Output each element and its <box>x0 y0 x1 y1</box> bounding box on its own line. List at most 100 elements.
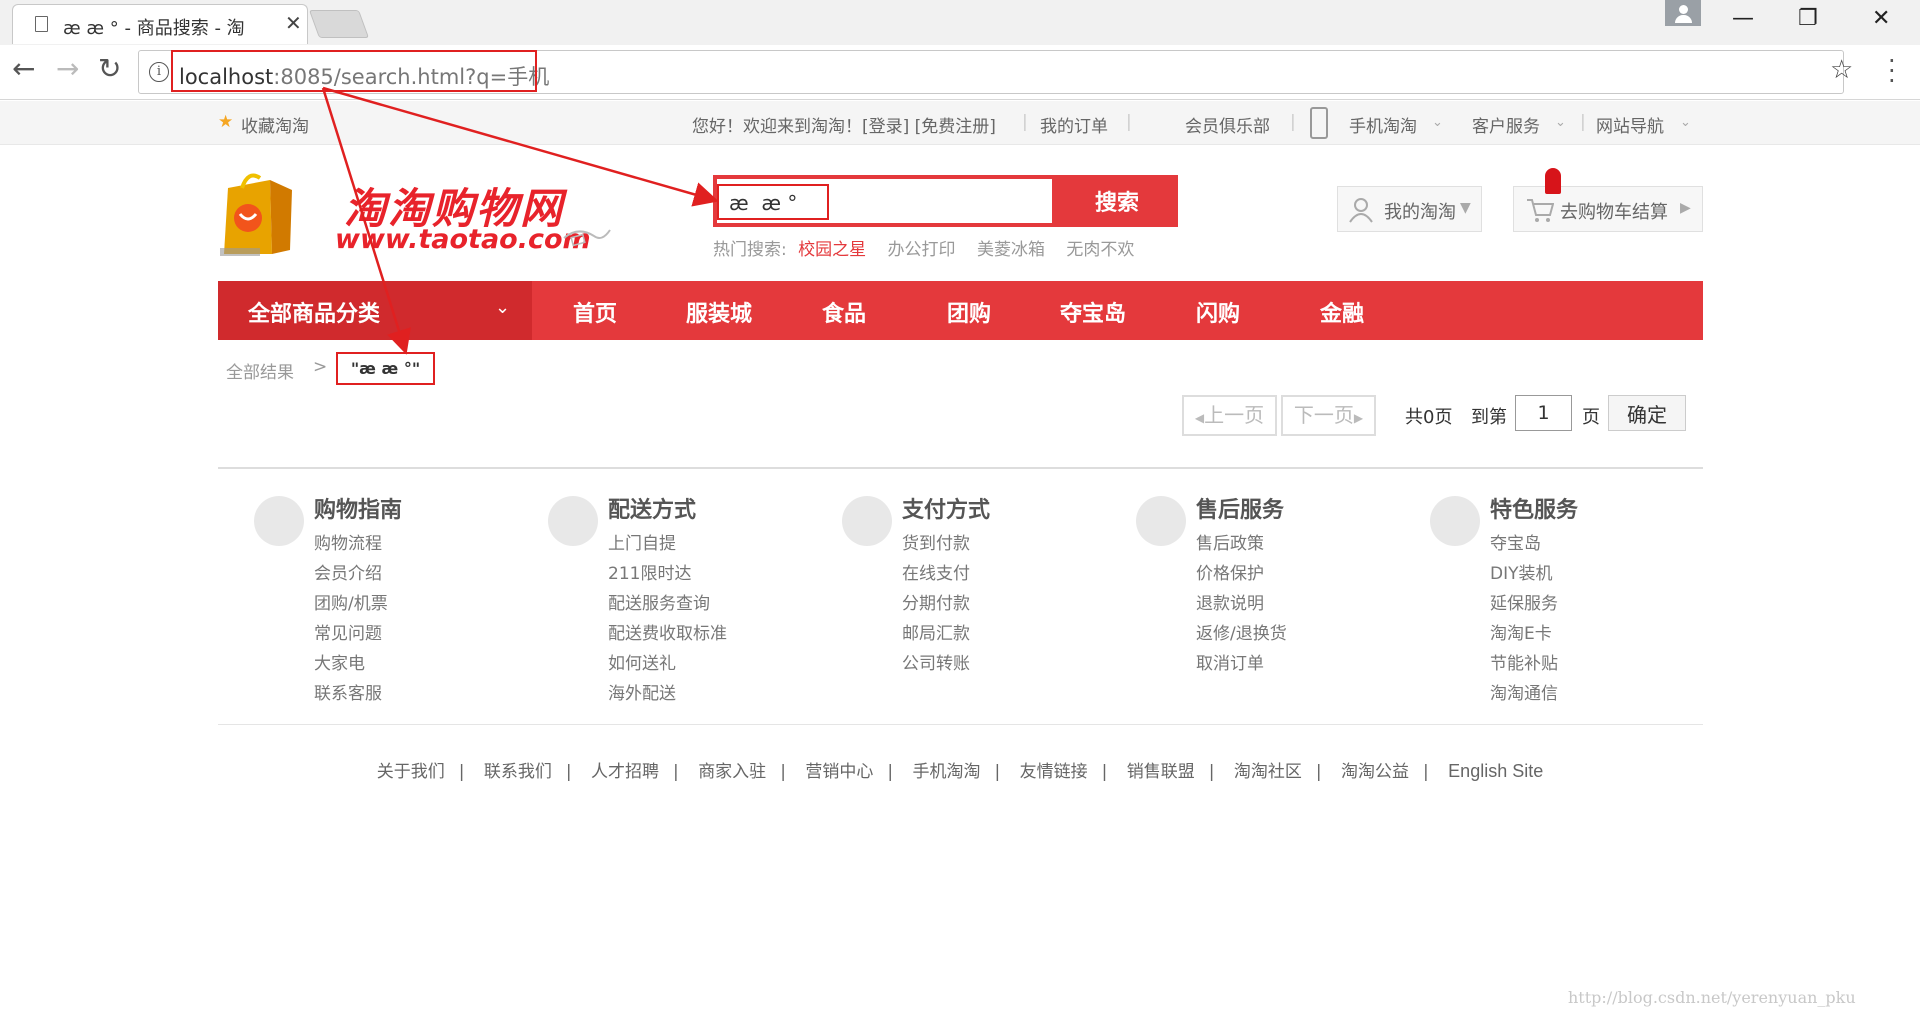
footer-link[interactable]: 销售联盟 <box>1127 762 1195 782</box>
help-link[interactable]: 邮局汇款 <box>902 619 970 649</box>
help-link[interactable]: 大家电 <box>314 649 388 679</box>
triangle-right-icon: ▶ <box>1353 411 1364 425</box>
all-categories-button[interactable]: 全部商品分类 ⌄ <box>218 281 532 340</box>
breadcrumb-all-results[interactable]: 全部结果 <box>226 358 294 383</box>
help-title: 售后服务 <box>1196 498 1285 523</box>
hot-search-item[interactable]: 办公打印 <box>888 240 956 260</box>
browser-menu-icon[interactable]: · · · <box>1888 49 1896 93</box>
help-link[interactable]: 会员介绍 <box>314 559 388 589</box>
caret-right-icon: ▶ <box>1680 200 1691 216</box>
cart-button[interactable]: 去购物车结算 ▶ <box>1513 186 1703 232</box>
nav-item-food[interactable]: 食品 <box>822 296 866 328</box>
caret-down-icon: ▼ <box>1460 200 1471 216</box>
footer-link[interactable]: 关于我们 <box>377 762 445 782</box>
nav-item-finance[interactable]: 金融 <box>1320 296 1364 328</box>
help-link[interactable]: 淘淘通信 <box>1490 679 1558 709</box>
nav-item-flash[interactable]: 闪购 <box>1196 296 1240 328</box>
help-link[interactable]: 购物流程 <box>314 529 388 559</box>
help-link[interactable]: 返修/退换货 <box>1196 619 1287 649</box>
forward-icon[interactable]: → <box>56 55 79 83</box>
site-info-icon[interactable]: i <box>149 62 169 82</box>
help-link[interactable]: 上门自提 <box>608 529 727 559</box>
reload-icon[interactable]: ↻ <box>98 55 121 83</box>
customer-service-link[interactable]: 客户服务 <box>1472 112 1540 137</box>
hot-search: 热门搜索: 校园之星 办公打印 美菱冰箱 无肉不欢 <box>713 235 1150 260</box>
search-button[interactable]: 搜索 <box>1056 175 1178 227</box>
nav-item-clothing[interactable]: 服装城 <box>686 296 752 328</box>
footer-link[interactable]: 商家入驻 <box>698 762 766 782</box>
help-link[interactable]: 淘淘E卡 <box>1490 619 1558 649</box>
truck-icon <box>548 496 598 546</box>
browser-tab-active[interactable]: æ æ ° - 商品搜索 - 淘 ✕ <box>12 4 308 44</box>
help-link[interactable]: 常见问题 <box>314 619 388 649</box>
footer-link[interactable]: 联系我们 <box>484 762 552 782</box>
help-title: 特色服务 <box>1490 498 1579 523</box>
hot-search-item[interactable]: 无肉不欢 <box>1066 240 1134 260</box>
minimize-icon[interactable]: — <box>1732 6 1754 31</box>
help-link[interactable]: 联系客服 <box>314 679 388 709</box>
help-link[interactable]: 公司转账 <box>902 649 970 679</box>
page-number-input[interactable] <box>1515 395 1572 431</box>
footer-link[interactable]: 营销中心 <box>805 762 873 782</box>
new-tab-button[interactable] <box>308 10 370 38</box>
footer-link[interactable]: 手机淘淘 <box>912 762 980 782</box>
help-link[interactable]: 价格保护 <box>1196 559 1287 589</box>
chevron-down-icon: ⌄ <box>1432 115 1443 130</box>
help-link[interactable]: 延保服务 <box>1490 589 1558 619</box>
back-icon[interactable]: ← <box>12 55 35 83</box>
greeting-login[interactable]: 您好！欢迎来到淘淘！[登录] [免费注册] <box>692 112 996 137</box>
help-link[interactable]: 节能补贴 <box>1490 649 1558 679</box>
logo-url[interactable]: www.taotao.com <box>335 224 591 255</box>
footer-link[interactable]: 淘淘公益 <box>1341 762 1409 782</box>
nav-item-home[interactable]: 首页 <box>573 296 617 328</box>
help-link[interactable]: 取消订单 <box>1196 649 1287 679</box>
help-link[interactable]: 如何送礼 <box>608 649 727 679</box>
page-unit-label: 页 <box>1582 407 1600 428</box>
my-orders-link[interactable]: 我的订单 <box>1040 112 1108 137</box>
help-link[interactable]: 在线支付 <box>902 559 970 589</box>
help-link[interactable]: 货到付款 <box>902 529 970 559</box>
hot-search-item[interactable]: 美菱冰箱 <box>977 240 1045 260</box>
site-nav-link[interactable]: 网站导航 <box>1596 112 1664 137</box>
window-close-icon[interactable]: ✕ <box>1872 6 1890 31</box>
help-link[interactable]: 夺宝岛 <box>1490 529 1558 559</box>
help-link[interactable]: 分期付款 <box>902 589 970 619</box>
goto-label: 到第 <box>1471 407 1507 428</box>
footer-link[interactable]: 人才招聘 <box>591 762 659 782</box>
mobile-phone-icon <box>1310 107 1328 139</box>
nav-item-treasure[interactable]: 夺宝岛 <box>1060 296 1126 328</box>
mobile-taotao-link[interactable]: 手机淘淘 <box>1349 112 1417 137</box>
breadcrumb-keyword: "æ æ °" <box>336 352 435 385</box>
url-annotation-box <box>171 50 537 92</box>
my-taotao-button[interactable]: 我的淘淘 ▼ <box>1337 186 1482 232</box>
tab-close-icon[interactable]: ✕ <box>285 11 302 35</box>
prev-page-button[interactable]: ◀上一页 <box>1182 395 1277 436</box>
nav-item-groupbuy[interactable]: 团购 <box>947 296 991 328</box>
profile-avatar-icon[interactable] <box>1665 0 1701 26</box>
bookmark-star-icon[interactable]: ☆ <box>1830 55 1853 85</box>
shopping-bag-logo-icon[interactable] <box>220 168 298 256</box>
next-page-button[interactable]: 下一页▶ <box>1281 395 1376 436</box>
my-taotao-label: 我的淘淘 <box>1384 202 1456 223</box>
help-link[interactable]: 团购/机票 <box>314 589 388 619</box>
favorite-link[interactable]: 收藏淘淘 <box>241 112 309 137</box>
help-link[interactable]: 售后政策 <box>1196 529 1287 559</box>
member-club-link[interactable]: 会员俱乐部 <box>1185 112 1270 137</box>
footer-link[interactable]: 淘淘社区 <box>1234 762 1302 782</box>
help-link[interactable]: 海外配送 <box>608 679 727 709</box>
page-confirm-button[interactable]: 确定 <box>1608 395 1686 431</box>
footer-link[interactable]: English Site <box>1448 761 1543 781</box>
chevron-down-icon: ⌄ <box>1680 115 1691 130</box>
tab-title: æ æ ° - 商品搜索 - 淘 <box>63 18 245 39</box>
hot-search-item[interactable]: 校园之星 <box>798 240 866 260</box>
restore-icon[interactable]: ❐ <box>1798 6 1818 31</box>
help-link[interactable]: 配送费收取标准 <box>608 619 727 649</box>
help-link[interactable]: 配送服务查询 <box>608 589 727 619</box>
help-link[interactable]: 退款说明 <box>1196 589 1287 619</box>
logo-swoosh-icon <box>563 229 611 247</box>
help-link[interactable]: DIY装机 <box>1490 559 1558 589</box>
divider <box>218 724 1703 725</box>
footer-link[interactable]: 友情链接 <box>1020 762 1088 782</box>
user-icon <box>1349 198 1373 223</box>
help-link[interactable]: 211限时达 <box>608 559 727 589</box>
